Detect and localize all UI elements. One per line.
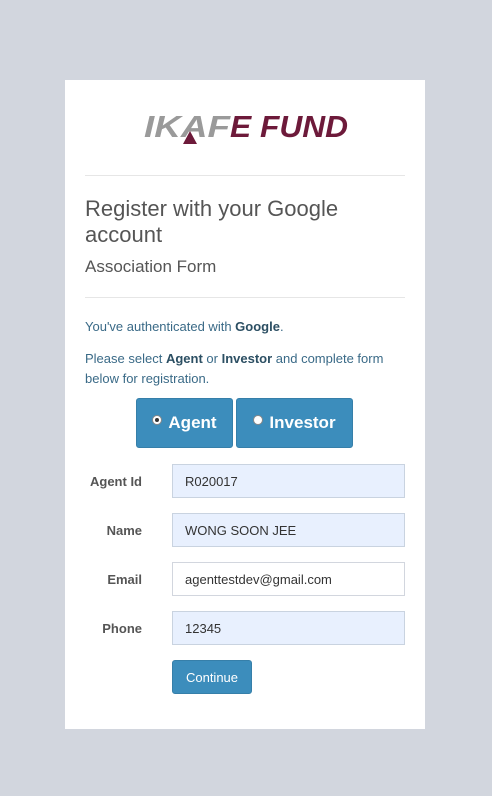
name-field[interactable] (172, 513, 405, 547)
kaf-efund-logo: IKAF E FUND (144, 110, 348, 144)
instr-part1: Please select (85, 351, 166, 366)
page-subtitle: Association Form (85, 257, 217, 276)
phone-field[interactable] (172, 611, 405, 645)
registration-card: IKAF E FUND Register with your Google ac… (65, 80, 425, 729)
investor-radio-label: Investor (269, 413, 336, 432)
phone-label: Phone (102, 621, 142, 636)
instruction-text: Please select Agent or Investor and comp… (85, 349, 395, 389)
auth-prefix: You've authenticated with (85, 319, 236, 334)
agent-id-field[interactable] (172, 464, 405, 498)
auth-suffix: . (279, 319, 284, 334)
svg-text:E FUND: E FUND (230, 110, 348, 144)
radio-checked-icon[interactable] (152, 415, 163, 425)
email-field[interactable] (172, 562, 405, 596)
email-label: Email (107, 572, 142, 587)
divider (85, 297, 405, 298)
auth-provider: Google (235, 319, 280, 334)
divider (85, 175, 405, 176)
continue-button[interactable]: Continue (172, 660, 252, 694)
instr-part2: or (202, 351, 222, 366)
instr-agent-word: Agent (165, 351, 203, 366)
radio-unchecked-icon[interactable] (253, 415, 264, 425)
agent-id-label: Agent Id (90, 474, 142, 489)
auth-message: You've authenticated with Google. (85, 319, 284, 334)
agent-radio-button[interactable]: Agent (136, 398, 233, 448)
name-label: Name (106, 523, 142, 538)
page-title: Register with your Google account (85, 196, 339, 247)
agent-radio-label: Agent (168, 413, 217, 432)
instr-investor-word: Investor (221, 351, 273, 366)
investor-radio-button[interactable]: Investor (236, 398, 353, 448)
